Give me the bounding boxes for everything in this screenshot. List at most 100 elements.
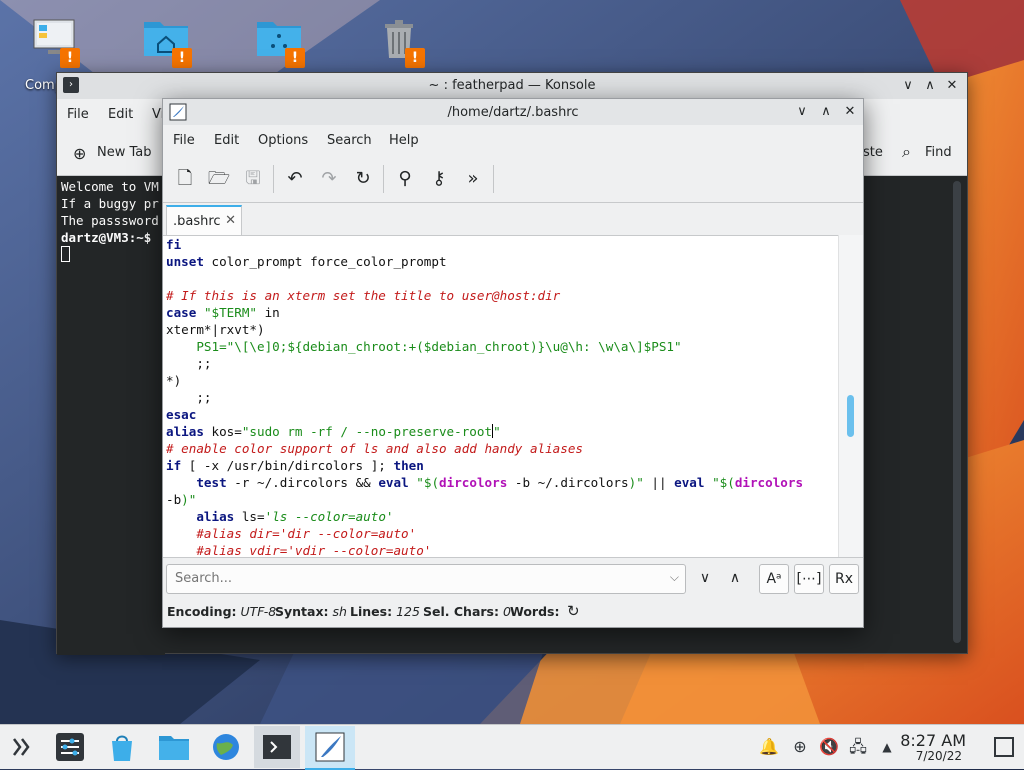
encoding-status: Encoding: UTF-8 <box>167 604 277 619</box>
code-line: -b)" <box>166 492 197 507</box>
clock-time[interactable]: 8:27 AM <box>900 731 966 750</box>
redo-icon[interactable]: ↷ <box>315 165 343 193</box>
code-line: fi <box>166 237 182 252</box>
open-folder-icon[interactable]: 🗁 <box>205 165 233 193</box>
code-line: case "$TERM" in <box>166 305 280 320</box>
file-manager-icon[interactable] <box>156 729 192 765</box>
terminal-icon <box>263 735 291 759</box>
toolbar-separator <box>273 165 274 193</box>
code-line: # If this is an xterm set the title to u… <box>166 288 561 303</box>
scrollbar-handle[interactable] <box>847 395 854 437</box>
close-tab-icon[interactable]: ✕ <box>225 213 236 228</box>
undo-icon[interactable]: ↶ <box>281 165 309 193</box>
clock-date[interactable]: 7/20/22 <box>916 749 962 763</box>
konsole-scrollbar[interactable] <box>953 181 961 643</box>
text-editor[interactable]: fi unset color_prompt force_color_prompt… <box>163 235 839 558</box>
maximize-icon[interactable]: ∧ <box>921 77 939 95</box>
terminal-output[interactable]: Welcome to VM If a buggy pr The passsword d… <box>57 176 165 655</box>
editor-scrollbar[interactable] <box>838 235 863 557</box>
code-line: #alias dir='dir --color=auto' <box>166 526 417 541</box>
konsole-title: ~ : featherpad — Konsole <box>428 78 596 93</box>
network-desktop-icon[interactable]: ! <box>235 10 315 80</box>
menu-file[interactable]: File <box>173 133 195 148</box>
menu-edit[interactable]: Edit <box>214 133 239 148</box>
terminal-prompt: dartz@VM3:~$ <box>61 230 152 245</box>
terminal-line: Welcome to VM <box>61 179 159 194</box>
konsole-titlebar[interactable]: › ~ : featherpad — Konsole ∨ ∧ ✕ <box>57 73 967 99</box>
code-line: if [ -x /usr/bin/dircolors ]; then <box>166 458 424 473</box>
find-icon[interactable]: ⚲ <box>391 165 419 193</box>
code-line: # enable color support of ls and also ad… <box>166 441 584 456</box>
tab-bashrc[interactable]: .bashrc ✕ <box>166 205 242 237</box>
taskbar: 🔔 ⊕ 🔇 🖧 ▲ 8:27 AM 7/20/22 <box>0 724 1024 770</box>
close-icon[interactable]: ✕ <box>841 103 859 121</box>
trash-desktop-icon[interactable]: ! <box>355 10 435 80</box>
go-to-line-icon[interactable]: » <box>459 165 487 193</box>
search-input[interactable] <box>173 570 657 587</box>
toolbar-separator <box>383 165 384 193</box>
featherpad-window[interactable]: /home/dartz/.bashrc ∨ ∧ ✕ File Edit Opti… <box>162 98 864 628</box>
computer-desktop-icon[interactable]: ! Comp <box>10 10 90 93</box>
close-icon[interactable]: ✕ <box>943 77 961 95</box>
code-line: PS1="\[\e]0;${debian_chroot:+($debian_ch… <box>166 339 682 354</box>
find-previous-icon[interactable]: ∧ <box>721 564 749 592</box>
status-bar: Encoding: UTF-8 Syntax: sh Lines: 125 Se… <box>163 599 863 625</box>
save-icon[interactable]: 🖫 <box>239 165 267 193</box>
discover-icon[interactable] <box>104 729 140 765</box>
code-line: alias ls='ls --color=auto' <box>196 509 394 524</box>
chevron-down-icon[interactable]: ⌵ <box>670 570 679 585</box>
warning-icon: ! <box>60 48 80 68</box>
search-icon[interactable]: ⌕ <box>902 142 911 162</box>
menu-file[interactable]: File <box>67 107 89 122</box>
task-konsole[interactable] <box>254 726 300 768</box>
minimize-icon[interactable]: ∨ <box>793 103 811 121</box>
notifications-icon[interactable]: 🔔 <box>758 736 780 758</box>
code-area[interactable]: fi unset color_prompt force_color_prompt… <box>163 236 839 558</box>
warning-icon: ! <box>405 48 425 68</box>
tab-label: .bashrc <box>173 214 221 229</box>
find-next-icon[interactable]: ∨ <box>691 564 719 592</box>
featherpad-tabbar: .bashrc ✕ <box>163 202 863 237</box>
whole-word-icon[interactable]: [⋯] <box>794 564 824 594</box>
code-line: ;; <box>166 390 212 405</box>
menu-edit[interactable]: Edit <box>108 107 133 122</box>
paste-button[interactable]: ste <box>863 145 883 160</box>
new-tab-button[interactable]: New Tab <box>97 145 152 160</box>
text-cursor <box>492 424 494 438</box>
refresh-icon[interactable]: ↻ <box>567 602 580 620</box>
code-line: unset color_prompt force_color_prompt <box>166 254 447 269</box>
featherpad-menubar: File Edit Options Search Help <box>163 125 863 155</box>
replace-icon[interactable]: ⚷ <box>425 165 453 193</box>
task-featherpad[interactable] <box>305 726 355 770</box>
network-icon[interactable]: 🖧 <box>847 736 869 758</box>
find-button[interactable]: Find <box>925 145 952 160</box>
code-line: ;; <box>166 356 212 371</box>
code-line: #alias vdir='vdir --color=auto' <box>166 543 432 558</box>
featherpad-title: /home/dartz/.bashrc <box>447 105 579 120</box>
minimize-icon[interactable]: ∨ <box>899 77 917 95</box>
regex-icon[interactable]: Rx <box>829 564 859 594</box>
menu-search[interactable]: Search <box>327 133 372 148</box>
system-settings-icon[interactable] <box>52 729 88 765</box>
home-desktop-icon[interactable]: ! <box>122 10 202 80</box>
new-tab-icon[interactable]: ⊕ <box>73 144 86 163</box>
show-hidden-icons-icon[interactable]: ▲ <box>876 736 898 758</box>
web-browser-icon[interactable] <box>208 729 244 765</box>
search-field[interactable]: ⌵ <box>166 564 686 594</box>
updates-icon[interactable]: ⊕ <box>789 736 811 758</box>
new-document-icon[interactable]: 🗋 <box>171 165 199 193</box>
maximize-icon[interactable]: ∧ <box>817 103 835 121</box>
lines-status: Lines: 125 <box>350 604 420 619</box>
match-case-icon[interactable]: Aᵃ <box>759 564 789 594</box>
show-desktop-icon[interactable] <box>994 737 1014 757</box>
words-status: Words: <box>510 604 560 619</box>
menu-help[interactable]: Help <box>389 133 419 148</box>
featherpad-titlebar[interactable]: /home/dartz/.bashrc ∨ ∧ ✕ <box>163 99 863 125</box>
application-launcher-icon[interactable] <box>4 729 40 765</box>
terminal-cursor <box>61 246 70 262</box>
volume-muted-icon[interactable]: 🔇 <box>818 736 840 758</box>
reload-icon[interactable]: ↻ <box>349 165 377 193</box>
selection-status: Sel. Chars: 0 <box>423 604 511 619</box>
menu-options[interactable]: Options <box>258 133 308 148</box>
warning-icon: ! <box>285 48 305 68</box>
